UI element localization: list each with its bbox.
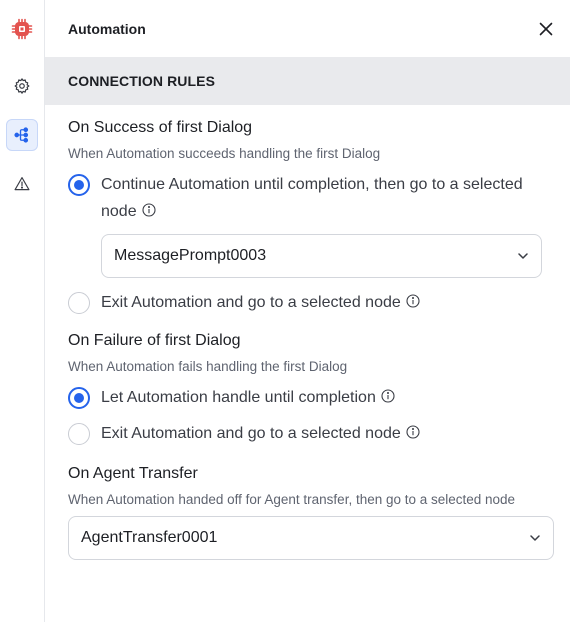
success-select-value: MessagePrompt0003 (114, 247, 267, 264)
success-exit-text: Exit Automation and go to a selected nod… (101, 294, 401, 311)
rules-content: On Success of first Dialog When Automati… (45, 119, 570, 560)
gear-icon (14, 78, 30, 94)
close-icon (539, 22, 553, 35)
info-circle-icon[interactable] (381, 389, 395, 403)
flow-button[interactable] (6, 119, 38, 151)
close-button[interactable] (536, 19, 556, 39)
warning-triangle-icon (14, 177, 30, 191)
success-node-select[interactable]: MessagePrompt0003 (101, 234, 542, 278)
failure-exit-text: Exit Automation and go to a selected nod… (101, 425, 401, 442)
success-exit-radio[interactable] (68, 292, 90, 314)
info-circle-icon[interactable] (406, 425, 420, 439)
transfer-node-select[interactable]: AgentTransfer0001 (68, 516, 554, 560)
success-continue-line1: Continue Automation until completion, th… (101, 176, 523, 193)
info-circle-icon[interactable] (142, 203, 156, 217)
automation-panel: Automation CONNECTION RULES On Success o… (45, 0, 570, 622)
panel-title: Automation (68, 20, 146, 37)
failure-exit-option[interactable]: Exit Automation and go to a selected nod… (68, 423, 554, 447)
info-circle-icon[interactable] (406, 294, 420, 308)
failure-let-option[interactable]: Let Automation handle until completion (68, 387, 554, 411)
failure-title: On Failure of first Dialog (68, 332, 241, 349)
warning-button[interactable] (6, 168, 38, 200)
success-continue-radio[interactable] (68, 174, 90, 196)
left-rail (0, 0, 45, 622)
failure-description: When Automation fails handling the first… (68, 359, 348, 374)
chip-logo-icon (11, 18, 33, 40)
chevron-down-icon (530, 535, 540, 541)
success-continue-line2: node (101, 203, 137, 220)
panel-header: Automation (45, 0, 570, 57)
failure-let-radio[interactable] (68, 387, 90, 409)
failure-exit-label: Exit Automation and go to a selected nod… (101, 420, 420, 447)
transfer-title: On Agent Transfer (68, 465, 198, 482)
success-continue-label: Continue Automation until completion, th… (101, 171, 523, 225)
success-description: When Automation succeeds handling the fi… (68, 146, 381, 161)
success-exit-option[interactable]: Exit Automation and go to a selected nod… (68, 292, 554, 316)
flow-nodes-icon (14, 127, 29, 143)
settings-button[interactable] (6, 70, 38, 102)
transfer-select-value: AgentTransfer0001 (81, 529, 218, 546)
success-title: On Success of first Dialog (68, 119, 253, 136)
failure-let-label: Let Automation handle until completion (101, 384, 395, 411)
failure-let-text: Let Automation handle until completion (101, 389, 376, 406)
success-continue-option[interactable]: Continue Automation until completion, th… (68, 174, 554, 225)
transfer-description: When Automation handed off for Agent tra… (68, 492, 516, 507)
success-exit-label: Exit Automation and go to a selected nod… (101, 289, 420, 316)
section-header: CONNECTION RULES (45, 57, 570, 105)
failure-exit-radio[interactable] (68, 423, 90, 445)
chevron-down-icon (518, 253, 528, 259)
